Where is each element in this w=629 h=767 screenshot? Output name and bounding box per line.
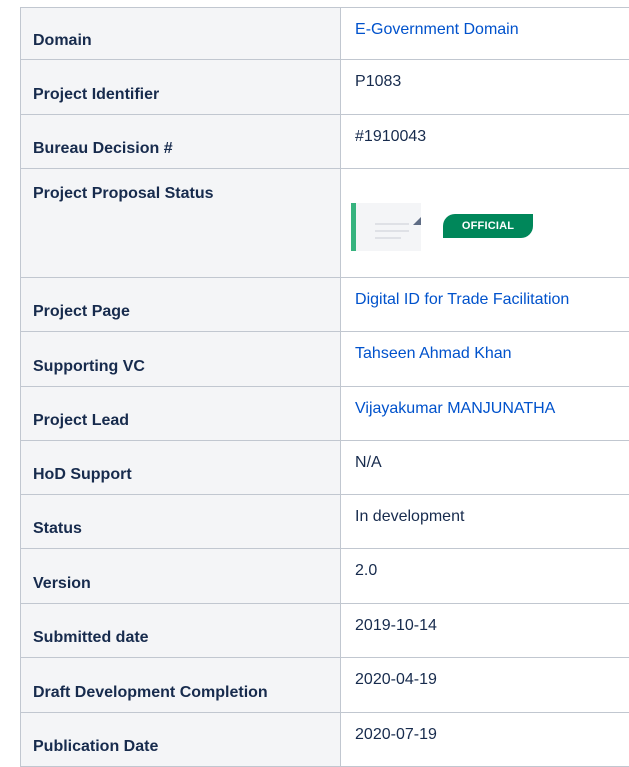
document-thumbnail-icon[interactable] bbox=[351, 203, 421, 251]
table-row: Domain E-Government Domain bbox=[21, 8, 629, 60]
row-key-project-page: Project Page bbox=[21, 278, 341, 332]
supporting-vc-link[interactable]: Tahseen Ahmad Khan bbox=[355, 345, 512, 362]
row-key-project-lead: Project Lead bbox=[21, 387, 341, 441]
table-row: Project Identifier P1083 bbox=[21, 60, 629, 115]
table-row: Project Page Digital ID for Trade Facili… bbox=[21, 278, 629, 332]
row-key-bureau-decision: Bureau Decision # bbox=[21, 115, 341, 169]
official-status-badge: OFFICIAL bbox=[443, 214, 533, 238]
row-value-hod-support: N/A bbox=[341, 441, 629, 495]
row-key-status: Status bbox=[21, 495, 341, 549]
table-row: Bureau Decision # #1910043 bbox=[21, 115, 629, 169]
row-value-bureau-decision: #1910043 bbox=[341, 115, 629, 169]
table-row: Project Proposal Status OFFICIAL bbox=[21, 169, 629, 278]
row-key-project-proposal-status: Project Proposal Status bbox=[21, 169, 341, 278]
project-lead-link[interactable]: Vijayakumar MANJUNATHA bbox=[355, 400, 555, 417]
row-value-publication-date: 2020-07-19 bbox=[341, 713, 629, 767]
table-row: Supporting VC Tahseen Ahmad Khan bbox=[21, 332, 629, 387]
table-row: HoD Support N/A bbox=[21, 441, 629, 495]
row-key-project-identifier: Project Identifier bbox=[21, 60, 341, 115]
properties-table: Domain E-Government Domain Project Ident… bbox=[20, 7, 629, 767]
row-key-publication-date: Publication Date bbox=[21, 713, 341, 767]
domain-link[interactable]: E-Government Domain bbox=[355, 21, 519, 38]
row-key-draft-development-completion: Draft Development Completion bbox=[21, 658, 341, 713]
table-row: Submitted date 2019-10-14 bbox=[21, 604, 629, 658]
row-key-version: Version bbox=[21, 549, 341, 604]
row-key-domain: Domain bbox=[21, 8, 341, 60]
row-value-version: 2.0 bbox=[341, 549, 629, 604]
table-row: Draft Development Completion 2020-04-19 bbox=[21, 658, 629, 713]
table-row: Publication Date 2020-07-19 bbox=[21, 713, 629, 767]
row-key-hod-support: HoD Support bbox=[21, 441, 341, 495]
row-value-submitted-date: 2019-10-14 bbox=[341, 604, 629, 658]
table-row: Version 2.0 bbox=[21, 549, 629, 604]
row-value-project-identifier: P1083 bbox=[341, 60, 629, 115]
table-row: Status In development bbox=[21, 495, 629, 549]
row-value-draft-development-completion: 2020-04-19 bbox=[341, 658, 629, 713]
row-value-status: In development bbox=[341, 495, 629, 549]
table-row: Project Lead Vijayakumar MANJUNATHA bbox=[21, 387, 629, 441]
project-page-link[interactable]: Digital ID for Trade Facilitation bbox=[355, 291, 569, 308]
row-key-submitted-date: Submitted date bbox=[21, 604, 341, 658]
row-key-supporting-vc: Supporting VC bbox=[21, 332, 341, 387]
row-value-project-proposal-status: OFFICIAL bbox=[341, 169, 629, 278]
